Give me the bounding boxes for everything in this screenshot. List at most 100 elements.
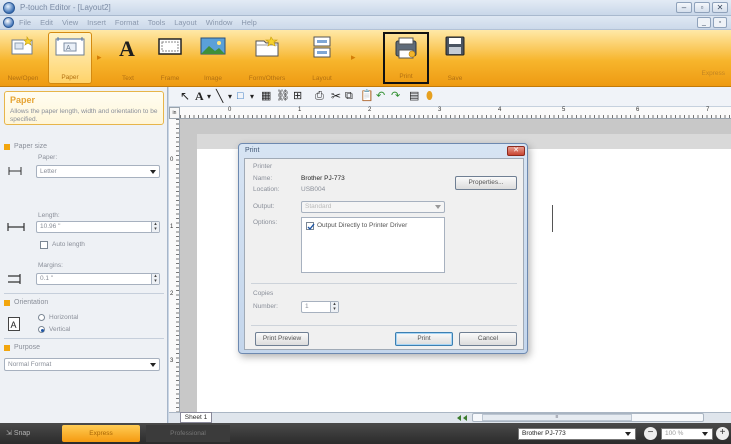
paper-width-icon — [8, 167, 22, 175]
zoom-out-button[interactable]: − — [644, 427, 657, 440]
horizontal-radio[interactable] — [38, 314, 45, 321]
stepper-arrows-icon-3[interactable]: ▴ ▾ — [330, 302, 338, 312]
purpose-select[interactable]: Normal Format — [4, 358, 160, 371]
purpose-select-value: Normal Format — [8, 361, 52, 368]
print-preview-button[interactable]: Print Preview — [255, 332, 309, 346]
dialog-close-button[interactable]: ✕ — [507, 146, 525, 156]
copies-input[interactable]: 1 ▴ ▾ — [301, 301, 339, 313]
scrollbar-thumb[interactable]: ≡ — [482, 414, 632, 421]
copies-value: 1 — [305, 303, 309, 310]
select-arrow-icon[interactable]: ↖ — [180, 89, 190, 104]
zoom-in-button[interactable]: + — [716, 427, 729, 440]
stepper-arrows-icon-2[interactable]: ▴ ▾ — [151, 274, 159, 284]
ribbon-mode-label: Express — [701, 70, 725, 77]
divider — [4, 293, 164, 294]
chevron-right-icon-2: ▸ — [351, 52, 356, 62]
form-others-button[interactable]: Form/Others — [238, 32, 296, 84]
dialog-divider — [251, 283, 517, 284]
paper-label: Paper — [61, 74, 79, 81]
text-tool-dropdown-icon[interactable]: ▾ — [207, 89, 211, 104]
menu-view[interactable]: View — [62, 18, 78, 27]
auto-length-checkbox[interactable] — [40, 241, 48, 249]
paper-button[interactable]: A Paper — [48, 32, 92, 84]
save-button[interactable]: Save — [435, 32, 475, 84]
length-input[interactable]: 10.96 " ▴ ▾ — [36, 221, 160, 233]
print-button[interactable]: Print — [383, 32, 429, 84]
mdi-minimize-button[interactable]: _ — [697, 17, 711, 28]
snap-button[interactable]: ⇲ Snap — [6, 429, 30, 437]
options-list[interactable]: Output Directly to Printer Driver — [301, 217, 445, 273]
print-icon — [395, 37, 417, 59]
output-select[interactable]: Standard — [301, 201, 445, 213]
menu-edit[interactable]: Edit — [40, 18, 53, 27]
restore-button[interactable]: ▫ — [694, 2, 710, 13]
copy-icon[interactable]: ⧉ — [345, 89, 353, 104]
clipart-tool-icon[interactable]: ⛓ — [276, 89, 290, 104]
document-icon[interactable] — [3, 17, 14, 28]
frame-button[interactable]: Frame — [150, 32, 190, 84]
database-icon[interactable]: ⬮ — [426, 89, 433, 104]
text-tool-icon[interactable]: A — [195, 89, 204, 104]
menu-format[interactable]: Format — [115, 18, 139, 27]
ruler-tick-h: 2 — [368, 107, 372, 113]
layout-label: Layout — [312, 75, 332, 82]
shape-tool-dropdown-icon[interactable]: ▾ — [250, 89, 254, 104]
purpose-section: Purpose — [4, 344, 40, 351]
express-mode-tab[interactable]: Express — [62, 425, 140, 442]
sheet-tab[interactable]: Sheet 1 — [180, 412, 212, 423]
text-button[interactable]: A Text — [110, 32, 146, 84]
chevron-down-icon-2 — [150, 363, 156, 367]
menu-insert[interactable]: Insert — [87, 18, 106, 27]
properties-button[interactable]: Properties... — [455, 176, 517, 190]
zoom-select[interactable]: 100 % — [661, 428, 713, 440]
ruler-tick-h: 1 — [298, 107, 302, 113]
menu-file[interactable]: File — [19, 18, 31, 27]
printer-tool-icon[interactable]: ⎙ — [315, 89, 324, 104]
line-tool-dropdown-icon[interactable]: ▾ — [228, 89, 232, 104]
paste-icon[interactable]: 📋 — [360, 89, 374, 104]
redo-icon[interactable]: ↷ — [391, 89, 400, 104]
stepper-arrows-icon[interactable]: ▴ ▾ — [151, 222, 159, 232]
new-open-label: New/Open — [7, 75, 39, 82]
dialog-cancel-button[interactable]: Cancel — [459, 332, 517, 346]
name-label: Name: — [253, 175, 273, 182]
menu-help[interactable]: Help — [241, 18, 256, 27]
chevron-down-icon — [150, 170, 156, 174]
paper-select-value: Letter — [40, 168, 57, 175]
minimize-button[interactable]: – — [676, 2, 692, 13]
text-label: Text — [122, 75, 134, 82]
sheet-nav-icon[interactable] — [456, 414, 468, 422]
undo-icon[interactable]: ↶ — [376, 89, 385, 104]
app-icon[interactable] — [3, 2, 15, 14]
output-direct-checkbox[interactable] — [306, 222, 315, 231]
window-title: P-touch Editor - [Layout2] — [20, 3, 111, 12]
ruler-tick-h: 0 — [228, 107, 232, 113]
new-open-button[interactable]: New/Open — [2, 32, 44, 84]
help-box: Paper Allows the paper length, width and… — [4, 91, 164, 125]
barcode-tool-icon[interactable]: ⊞ — [293, 89, 302, 104]
printer-select[interactable]: Brother PJ-773 — [518, 428, 636, 440]
printer-select-value: Brother PJ-773 — [522, 430, 566, 437]
professional-mode-tab[interactable]: Professional — [146, 425, 230, 442]
menu-layout[interactable]: Layout — [174, 18, 197, 27]
options-label: Options: — [253, 219, 278, 226]
table-tool-icon[interactable]: ▦ — [261, 89, 271, 104]
paper-select[interactable]: Letter — [36, 165, 160, 178]
close-button[interactable]: ✕ — [712, 2, 728, 13]
layout-button[interactable]: Layout — [300, 32, 344, 84]
cut-icon[interactable]: ✂ — [331, 89, 341, 104]
copies-group-label: Copies — [253, 290, 274, 297]
image-button[interactable]: Image — [192, 32, 234, 84]
shape-tool-icon[interactable]: □ — [237, 89, 244, 104]
help-description: Allows the paper length, width and orien… — [10, 108, 158, 123]
margins-input[interactable]: 0.1 " ▴ ▾ — [36, 273, 160, 285]
properties-tool-icon[interactable]: ▤ — [409, 89, 419, 104]
menu-window[interactable]: Window — [206, 18, 233, 27]
frame-label: Frame — [160, 75, 180, 82]
vertical-radio[interactable] — [38, 326, 45, 333]
mdi-restore-button[interactable]: ▫ — [713, 17, 727, 28]
section-marker-icon-3 — [4, 344, 10, 351]
line-tool-icon[interactable]: ╲ — [216, 89, 223, 104]
dialog-print-button[interactable]: Print — [395, 332, 453, 346]
menu-tools[interactable]: Tools — [148, 18, 166, 27]
